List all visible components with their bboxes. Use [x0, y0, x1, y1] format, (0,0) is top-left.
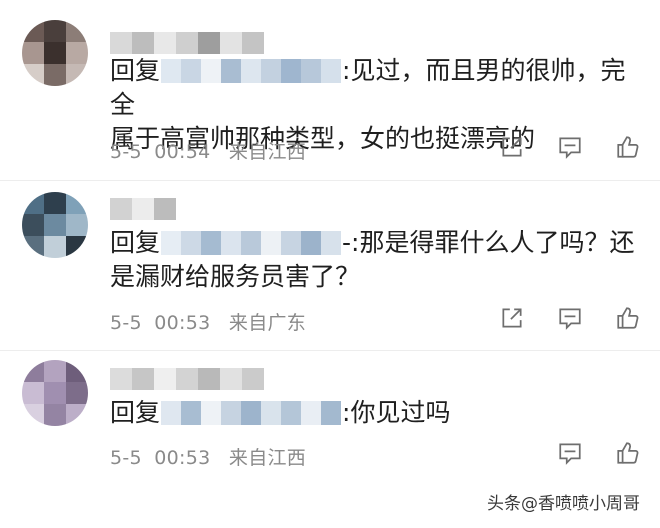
comment-location: 来自广东 — [228, 312, 307, 334]
watermark: 头条@香喷喷小周哥 — [487, 489, 640, 514]
comment-time: 00:54 — [154, 141, 211, 163]
comment-actions — [495, 303, 645, 333]
comment-meta: 5-5 00:53 来自江西 — [110, 443, 306, 470]
comment-date: 5-5 — [110, 312, 142, 334]
mention-redacted[interactable] — [161, 400, 342, 425]
comment-text-line1: -:那是得罪什么人了吗？还 — [342, 228, 635, 257]
avatar[interactable] — [22, 192, 88, 258]
comment-icon[interactable] — [553, 132, 587, 162]
comment-text-line2: 是漏财给服务员害了？ — [110, 262, 361, 291]
like-icon[interactable] — [611, 303, 645, 333]
divider — [0, 180, 660, 181]
comment-location: 来自江西 — [228, 447, 307, 469]
mention-redacted[interactable] — [161, 58, 342, 83]
comment-time: 00:53 — [154, 447, 211, 469]
comment-time: 00:53 — [154, 312, 211, 334]
like-icon[interactable] — [611, 438, 645, 468]
comment-meta: 5-5 00:54 来自江西 — [110, 137, 306, 164]
like-icon[interactable] — [611, 132, 645, 162]
username-redacted[interactable] — [110, 368, 264, 390]
comment-actions — [495, 132, 645, 162]
comment-text-line1: :你见过吗 — [342, 398, 451, 427]
reply-prefix: 回复 — [110, 398, 161, 427]
comment-meta: 5-5 00:53 来自广东 — [110, 308, 306, 335]
comment-date: 5-5 — [110, 447, 142, 469]
comment-text: 回复 -:那是得罪什么人了吗？还 是漏财给服务员害了？ — [110, 226, 640, 294]
share-icon[interactable] — [495, 132, 529, 162]
avatar[interactable] — [22, 360, 88, 426]
username-redacted[interactable] — [110, 32, 264, 54]
comment-location: 来自江西 — [228, 141, 307, 163]
comment-actions — [495, 438, 645, 468]
comment-text: 回复 :你见过吗 — [110, 396, 640, 430]
mention-redacted[interactable] — [161, 230, 342, 255]
avatar[interactable] — [22, 20, 88, 86]
comment-icon[interactable] — [553, 438, 587, 468]
share-icon[interactable] — [495, 303, 529, 333]
reply-prefix: 回复 — [110, 56, 161, 85]
username-redacted[interactable] — [110, 198, 176, 220]
divider — [0, 350, 660, 351]
comment-date: 5-5 — [110, 141, 142, 163]
comment-icon[interactable] — [553, 303, 587, 333]
reply-prefix: 回复 — [110, 228, 161, 257]
